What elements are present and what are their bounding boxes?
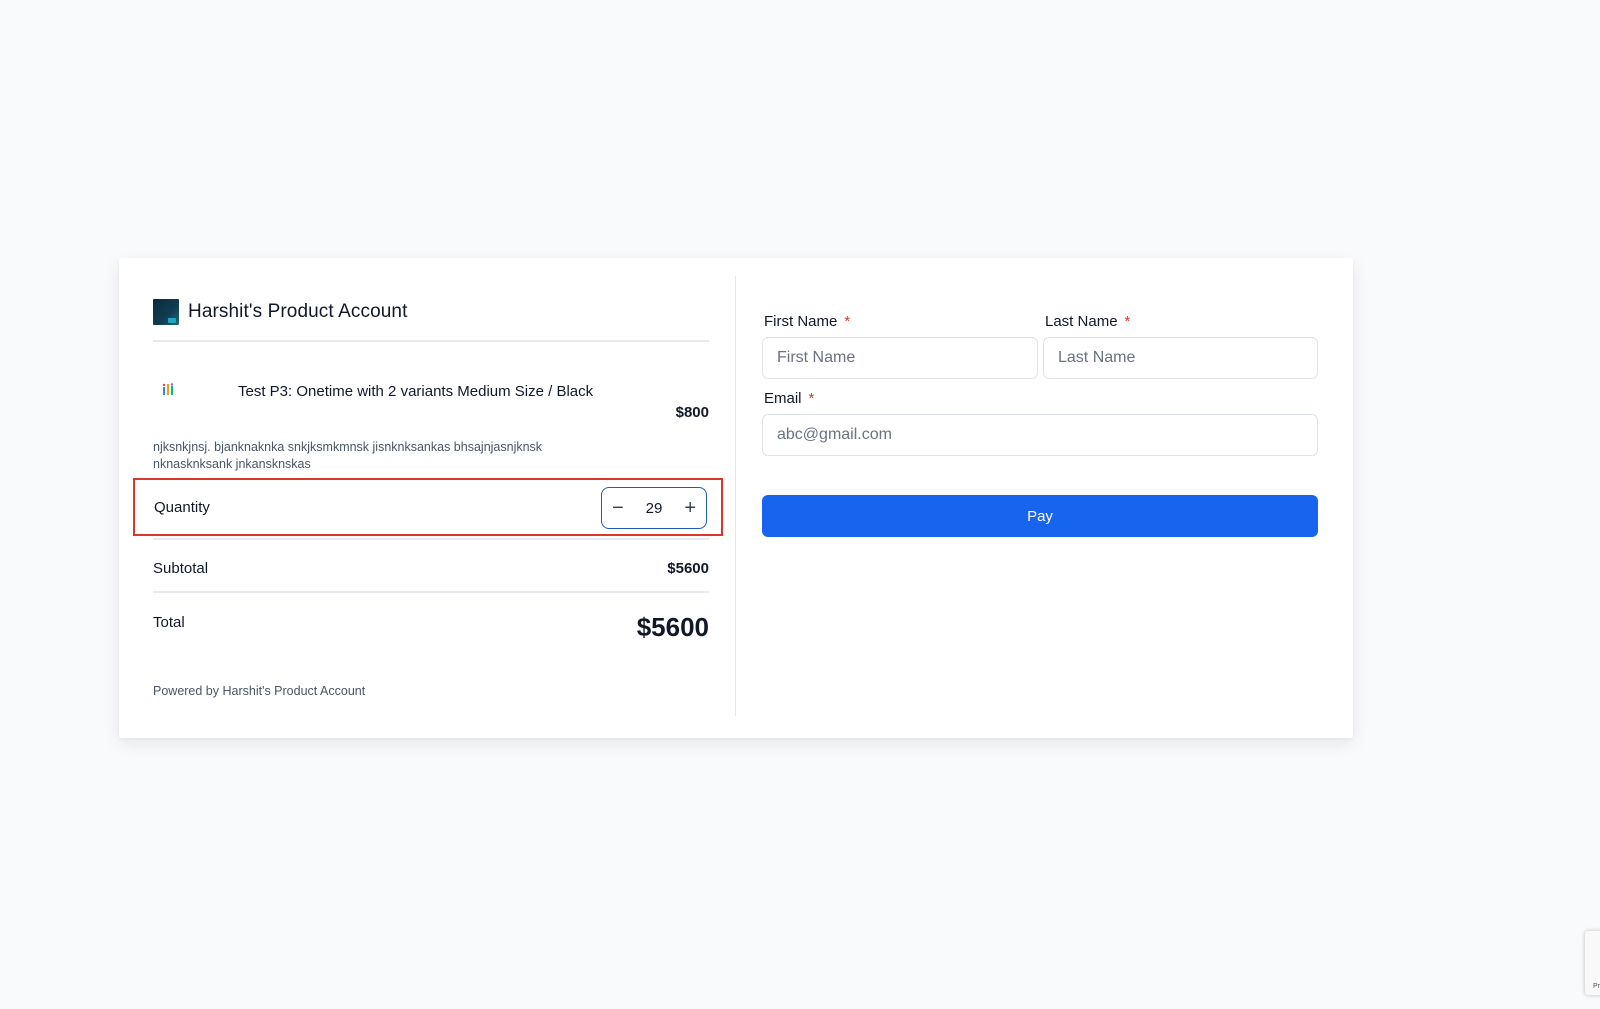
plus-icon[interactable]: + xyxy=(684,498,696,518)
pay-button[interactable]: Pay xyxy=(762,495,1318,537)
required-marker: * xyxy=(1124,313,1131,330)
email-field[interactable] xyxy=(762,414,1318,456)
checkout-card: Harshit's Product Account Test P3: Oneti… xyxy=(119,258,1353,738)
first-name-field[interactable] xyxy=(762,337,1038,379)
recaptcha-label: Pr xyxy=(1593,983,1600,990)
required-marker: * xyxy=(808,390,815,407)
product-title: Test P3: Onetime with 2 variants Medium … xyxy=(238,383,594,400)
product-thumbnail-icon xyxy=(162,383,174,395)
quantity-label: Quantity xyxy=(154,499,210,516)
required-marker: * xyxy=(844,313,851,330)
first-name-label: First Name * xyxy=(764,313,851,330)
header-divider xyxy=(153,340,709,342)
email-label: Email * xyxy=(764,390,815,407)
minus-icon[interactable]: − xyxy=(612,498,624,518)
recaptcha-badge[interactable]: Pr xyxy=(1585,931,1600,995)
payment-form: First Name* Last Name* Email* Pay xyxy=(762,258,1318,738)
brand-header: Harshit's Product Account xyxy=(153,299,407,325)
quantity-stepper[interactable]: − 29 + xyxy=(601,487,707,529)
last-name-label: Last Name * xyxy=(1045,313,1131,330)
subtotal-value: $5600 xyxy=(667,560,709,577)
brand-logo-icon xyxy=(153,299,179,325)
product-description: njksnkjnsj. bjanknaknka snkjksmkmnsk jis… xyxy=(153,440,543,471)
quantity-row: Quantity − 29 + xyxy=(133,478,723,536)
total-value: $5600 xyxy=(636,612,709,642)
last-name-field[interactable] xyxy=(1043,337,1318,379)
powered-by-text: Powered by Harshit's Product Account xyxy=(153,684,366,698)
brand-name: Harshit's Product Account xyxy=(188,301,408,322)
order-summary-panel: Harshit's Product Account Test P3: Oneti… xyxy=(133,258,723,738)
subtotal-label: Subtotal xyxy=(153,560,209,577)
total-label: Total xyxy=(153,614,185,631)
quantity-value[interactable]: 29 xyxy=(646,500,663,517)
product-price: $800 xyxy=(675,404,709,421)
subtotal-divider xyxy=(153,591,709,593)
panel-divider xyxy=(735,276,736,716)
quantity-divider xyxy=(153,538,709,540)
